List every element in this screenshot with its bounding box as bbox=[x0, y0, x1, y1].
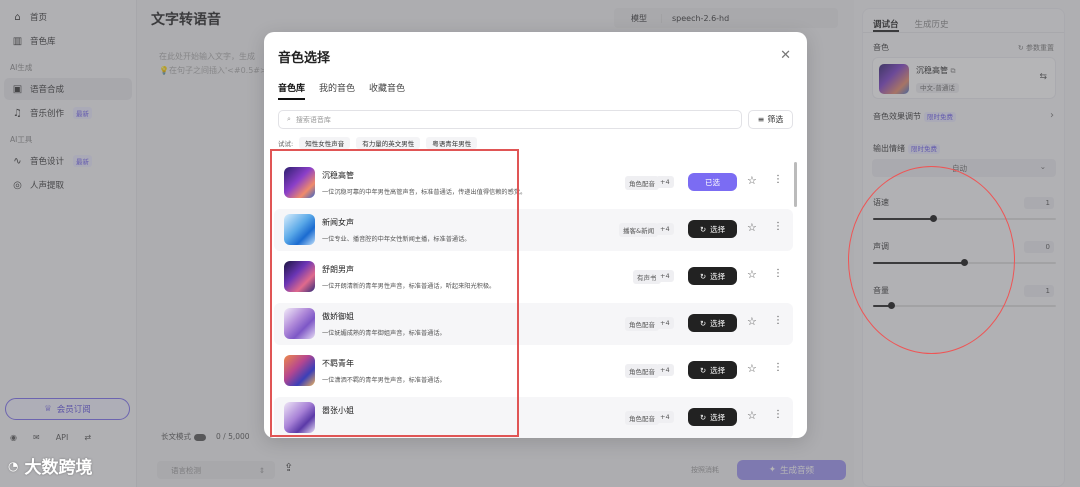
try-label: 试试: bbox=[278, 140, 294, 148]
star-icon[interactable]: ☆ bbox=[747, 409, 757, 422]
select-button[interactable]: ↻ 选择 bbox=[688, 408, 737, 426]
select-label: 选择 bbox=[710, 224, 726, 234]
star-icon[interactable]: ☆ bbox=[747, 362, 757, 375]
select-label: 已选 bbox=[705, 177, 720, 187]
star-icon[interactable]: ☆ bbox=[747, 268, 757, 281]
star-icon[interactable]: ☆ bbox=[747, 221, 757, 234]
select-label: 选择 bbox=[710, 365, 726, 375]
star-icon[interactable]: ☆ bbox=[747, 315, 757, 328]
refresh-icon: ↻ bbox=[699, 318, 707, 328]
watermark: ◔ 大数跨境 bbox=[8, 458, 93, 478]
try-chip[interactable]: 知性女性声音 bbox=[299, 137, 351, 149]
close-icon[interactable]: ✕ bbox=[780, 48, 791, 63]
voice-tag-count: +4 bbox=[656, 270, 674, 282]
select-button[interactable]: ↻ 选择 bbox=[688, 267, 737, 285]
filter-icon: ≡ bbox=[757, 115, 765, 124]
search-icon: ⌕ bbox=[287, 115, 291, 123]
refresh-icon: ↻ bbox=[699, 271, 707, 281]
refresh-icon: ↻ bbox=[699, 365, 707, 375]
refresh-icon: ↻ bbox=[699, 224, 707, 234]
voice-tag-count: +4 bbox=[656, 364, 674, 376]
modal-tabs: 音色库 我的音色 收藏音色 bbox=[278, 81, 405, 100]
voice-tag: 角色配音 bbox=[625, 411, 659, 425]
voice-tag: 角色配音 bbox=[625, 364, 659, 378]
try-chip[interactable]: 有力量的英文男性 bbox=[356, 137, 421, 149]
filter-button[interactable]: ≡ 筛选 bbox=[748, 110, 793, 129]
select-button[interactable]: ↻ 选择 bbox=[688, 361, 737, 379]
search-placeholder: 搜索语音库 bbox=[295, 115, 331, 124]
star-icon[interactable]: ☆ bbox=[747, 174, 757, 187]
more-icon[interactable]: ⋮ bbox=[773, 174, 783, 185]
more-icon[interactable]: ⋮ bbox=[773, 362, 783, 373]
tab-voice-library[interactable]: 音色库 bbox=[278, 81, 306, 100]
voice-tag-count: +4 bbox=[656, 223, 674, 235]
try-chip[interactable]: 粤语青年男性 bbox=[426, 137, 478, 149]
selected-button[interactable]: 已选 bbox=[688, 173, 737, 191]
tab-my-voices[interactable]: 我的音色 bbox=[319, 81, 355, 100]
voice-tag-count: +4 bbox=[656, 317, 674, 329]
more-icon[interactable]: ⋮ bbox=[773, 268, 783, 279]
voice-tag: 角色配音 bbox=[625, 176, 659, 190]
select-label: 选择 bbox=[710, 412, 726, 422]
tab-favorite-voices[interactable]: 收藏音色 bbox=[369, 81, 405, 100]
select-button[interactable]: ↻ 选择 bbox=[688, 220, 737, 238]
highlight-rectangle bbox=[270, 149, 519, 437]
highlight-ellipse bbox=[848, 166, 1015, 354]
search-input[interactable]: ⌕ 搜索语音库 bbox=[278, 110, 742, 129]
watermark-logo-icon: ◔ bbox=[8, 458, 19, 473]
select-label: 选择 bbox=[710, 271, 726, 281]
voice-tag: 播客&新闻 bbox=[619, 223, 659, 237]
voice-tag: 角色配音 bbox=[625, 317, 659, 331]
refresh-icon: ↻ bbox=[699, 412, 707, 422]
modal-title: 音色选择 bbox=[278, 51, 331, 66]
more-icon[interactable]: ⋮ bbox=[773, 221, 783, 232]
more-icon[interactable]: ⋮ bbox=[773, 409, 783, 420]
more-icon[interactable]: ⋮ bbox=[773, 315, 783, 326]
select-button[interactable]: ↻ 选择 bbox=[688, 314, 737, 332]
select-label: 选择 bbox=[710, 318, 726, 328]
scrollbar[interactable] bbox=[794, 162, 797, 207]
voice-tag-count: +4 bbox=[656, 176, 674, 188]
filter-label: 筛选 bbox=[767, 115, 784, 124]
try-suggestions: 试试: 知性女性声音 有力量的英文男性 粤语青年男性 bbox=[278, 137, 478, 149]
voice-tag-count: +4 bbox=[656, 411, 674, 423]
